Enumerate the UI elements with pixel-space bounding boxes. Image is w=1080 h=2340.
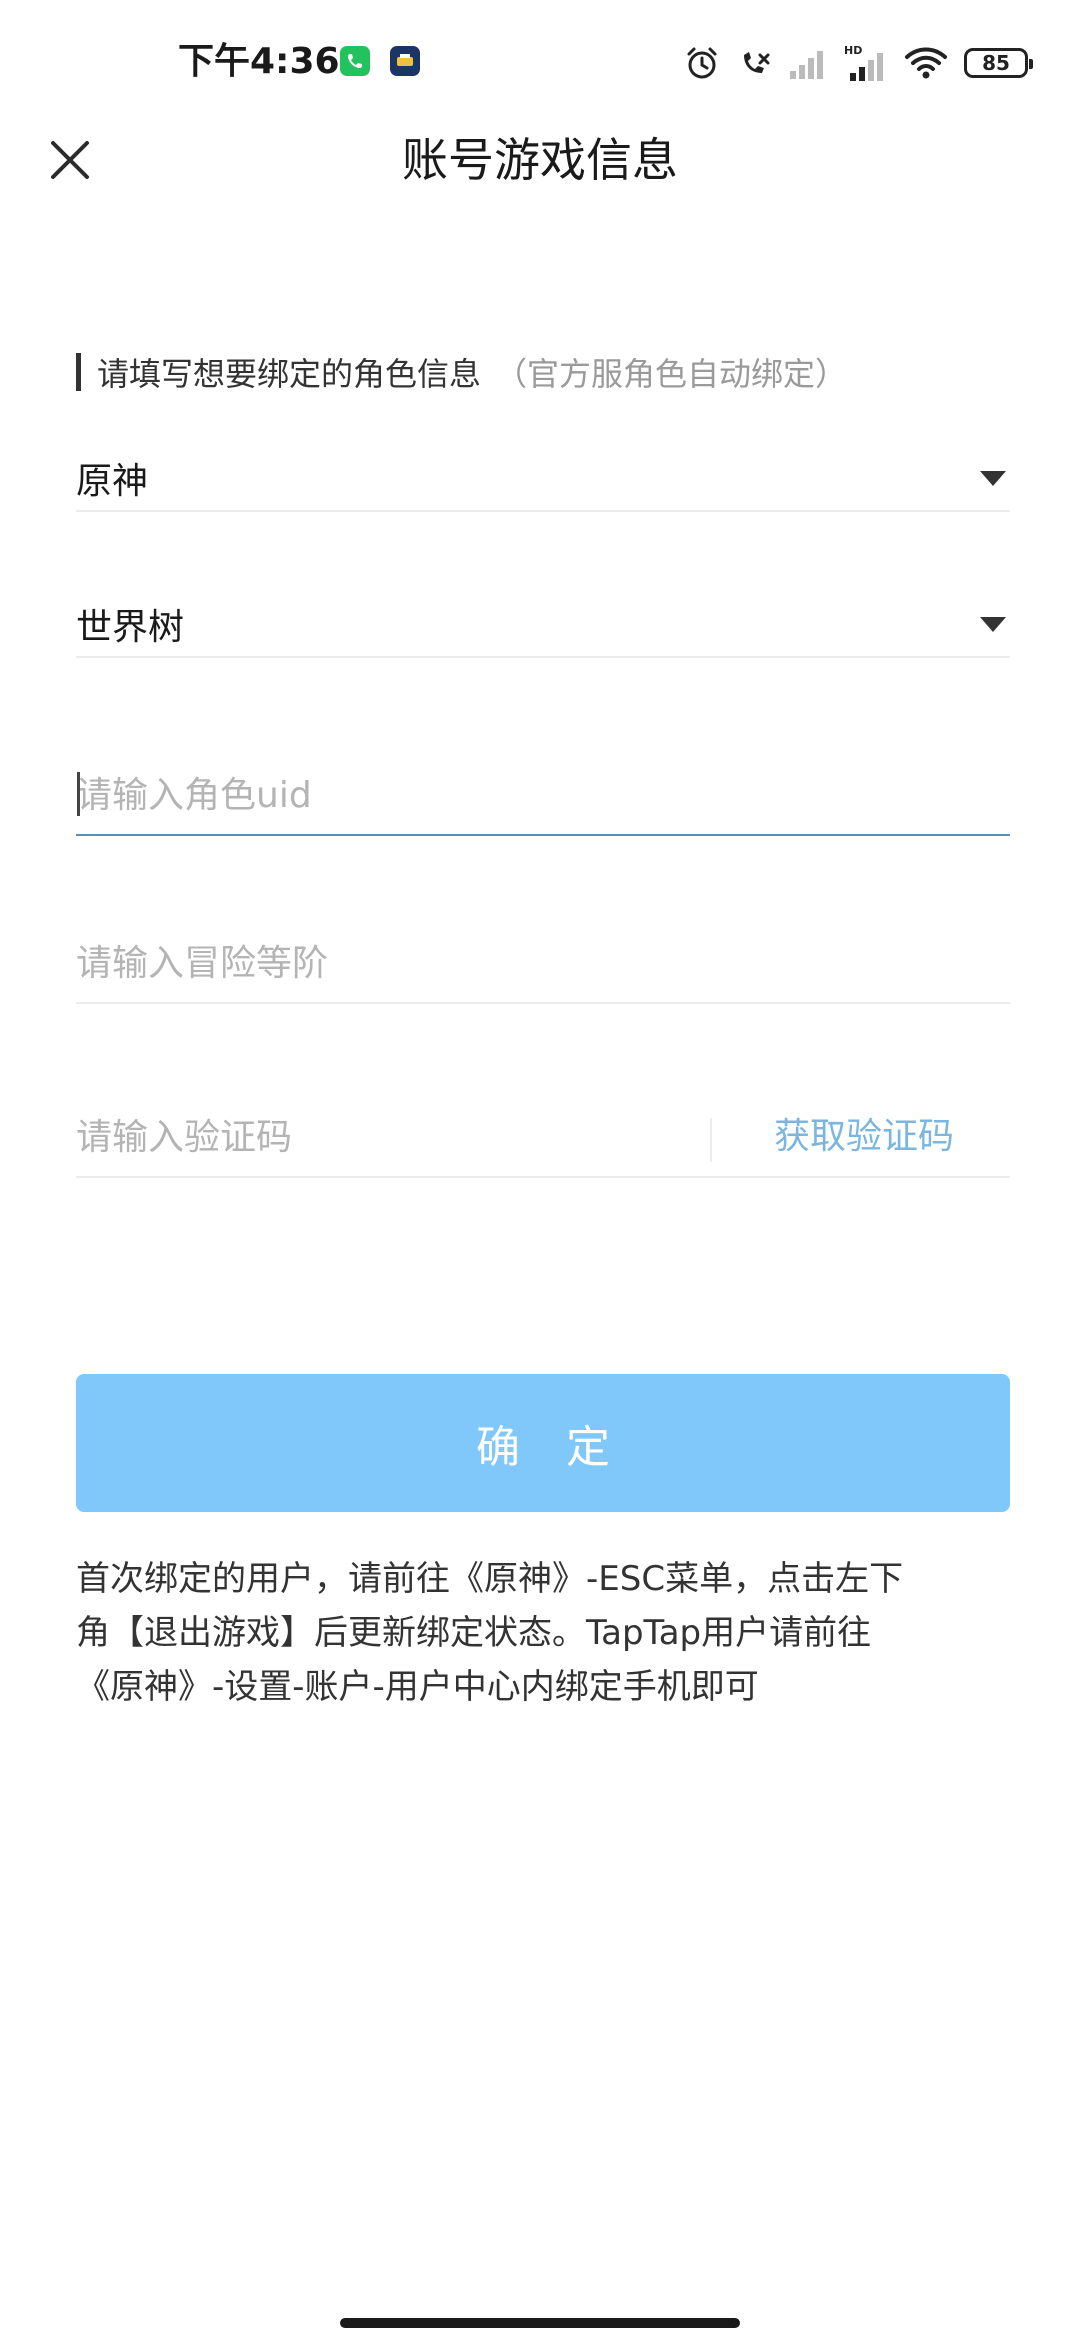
code-field: 获取验证码: [76, 1102, 1010, 1178]
section-hint: （官方服角色自动绑定）: [495, 355, 848, 393]
dropdown-arrow-icon: [980, 616, 1006, 632]
uid-input[interactable]: [76, 760, 1010, 830]
wifi-icon: [905, 47, 947, 79]
call-status-icon: [744, 52, 770, 73]
section-label-text: 请填写想要绑定的角色信息: [97, 355, 482, 393]
server-select-value: 世界树: [76, 607, 185, 648]
uid-field: [76, 760, 1010, 836]
battery-level: 85: [982, 51, 1010, 75]
verification-code-input[interactable]: [76, 1102, 696, 1172]
game-select-value: 原神: [76, 461, 149, 502]
signal-icon: [790, 51, 823, 79]
section-marker: [76, 353, 81, 391]
status-bar: 下午4:36 HD 85: [0, 0, 1080, 120]
section-label: 请填写想要绑定的角色信息 （官方服角色自动绑定）: [76, 350, 847, 394]
adventure-rank-input[interactable]: [76, 928, 1010, 998]
home-indicator[interactable]: [340, 2318, 740, 2328]
svg-text:HD: HD: [844, 44, 862, 57]
dropdown-arrow-icon: [980, 470, 1006, 486]
status-time: 下午4:36: [178, 41, 340, 82]
confirm-button[interactable]: 确 定: [76, 1374, 1010, 1512]
game-select[interactable]: 原神: [76, 446, 1010, 512]
binding-notice: 首次绑定的用户，请前往《原神》-ESC菜单，点击左下 角【退出游戏】后更新绑定状…: [76, 1559, 904, 1707]
code-divider: [710, 1118, 712, 1162]
alarm-icon: [687, 47, 717, 79]
header: 账号游戏信息: [0, 120, 1080, 200]
screen: 下午4:36 HD 85 账号游戏信息 请填写想要绑定的角色信息 （官方服角色自…: [0, 0, 1080, 2340]
rank-field: [76, 928, 1010, 1004]
get-code-button[interactable]: 获取验证码: [774, 1102, 954, 1172]
text-cursor: [77, 772, 80, 816]
status-icons: HD 85: [684, 38, 1033, 88]
page-title: 账号游戏信息: [402, 133, 678, 187]
phone-app-icon: [340, 46, 370, 76]
server-select[interactable]: 世界树: [76, 592, 1010, 658]
app-notification-icon: [390, 46, 420, 76]
battery-icon: 85: [964, 48, 1033, 78]
signal-hd-icon: HD: [844, 44, 883, 81]
